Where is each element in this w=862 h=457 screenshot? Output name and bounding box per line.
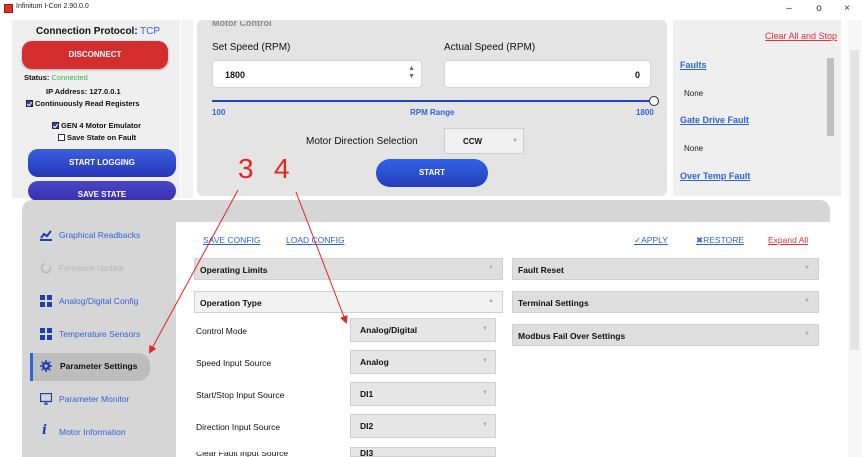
app-window: Infinitum I-Con 2.90.0.0 – o × Connectio…	[0, 0, 862, 457]
annotation-arrow	[149, 189, 239, 354]
annotation-arrows	[149, 189, 348, 354]
annotation-arrow	[295, 191, 348, 324]
